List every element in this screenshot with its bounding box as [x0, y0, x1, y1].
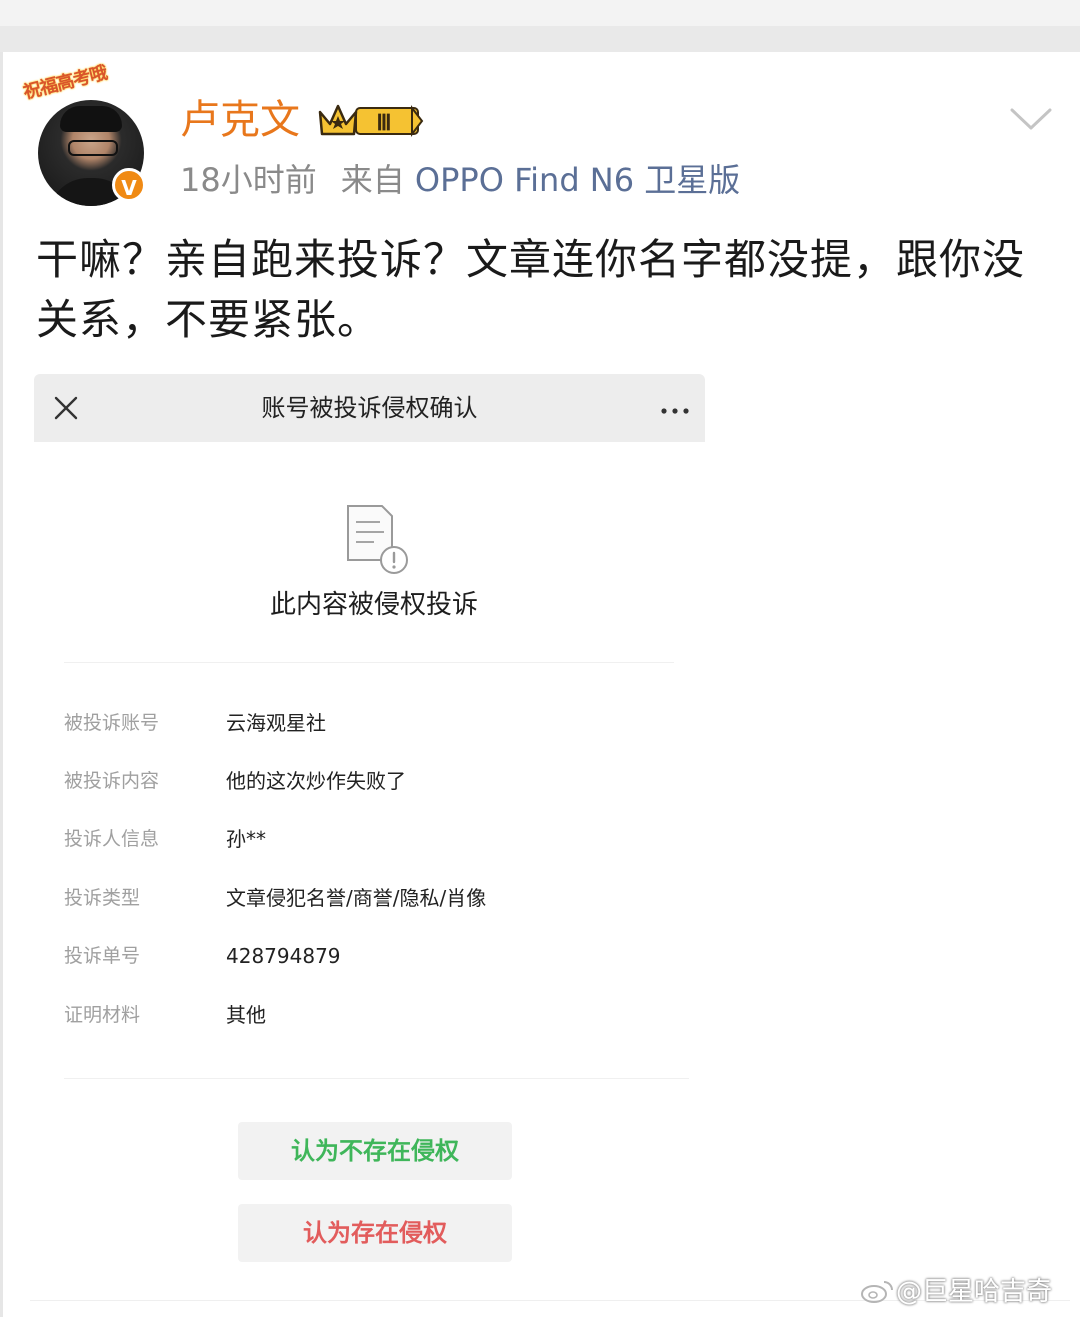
doc-warning-icon: [347, 505, 408, 574]
detail-value: 其他: [226, 1003, 266, 1027]
verified-mark: V: [121, 176, 137, 200]
post-meta: 18小时前 来自 OPPO Find N6 卫星版: [180, 160, 740, 200]
weibo-logo-icon: [861, 1281, 893, 1303]
detail-label: 被投诉账号: [64, 712, 160, 734]
detail-value: 他的这次炒作失败了: [226, 769, 406, 793]
watermark: @巨星哈吉奇: [860, 1274, 1052, 1310]
detail-label: 投诉人信息: [64, 828, 160, 850]
more-icon[interactable]: [660, 408, 690, 414]
detail-value: 文章侵犯名誉/商誉/隐私/肖像: [226, 886, 487, 910]
chevron-down-icon[interactable]: [1008, 104, 1054, 134]
detail-row: 投诉单号 428794879: [64, 941, 684, 971]
detail-value: 孙**: [226, 827, 266, 851]
detail-label: 投诉类型: [64, 887, 141, 909]
top-separator: [0, 0, 1080, 52]
detail-label: 证明材料: [64, 1004, 141, 1026]
post-text: 干嘛？亲自跑来投诉？文章连你名字都没提，跟你没关系，不要紧张。: [36, 235, 1026, 344]
embed-header: 账号被投诉侵权确认: [34, 374, 705, 442]
left-edge: [0, 52, 3, 1317]
detail-row: 证明材料 其他: [64, 1000, 684, 1030]
no-infringement-button[interactable]: 认为不存在侵权: [238, 1122, 512, 1180]
detail-label: 投诉单号: [64, 945, 141, 967]
divider: [64, 1078, 689, 1079]
infringement-button[interactable]: 认为存在侵权: [238, 1204, 512, 1262]
embedded-screenshot[interactable]: 账号被投诉侵权确认 此内容被侵权投诉 被投诉账号 云海观星社 被投诉内容 他的这…: [34, 374, 705, 1274]
author-name[interactable]: 卢克文: [180, 96, 300, 144]
verified-icon: V: [112, 168, 146, 202]
detail-value: 428794879: [226, 944, 341, 968]
detail-row: 投诉人信息 孙**: [64, 824, 684, 854]
detail-row: 投诉类型 文章侵犯名誉/商誉/隐私/肖像: [64, 883, 684, 913]
divider: [64, 662, 674, 663]
detail-row: 被投诉账号 云海观星社: [64, 708, 684, 738]
author-avatar[interactable]: 祝福高考哦 V: [21, 63, 158, 207]
embed-title: 账号被投诉侵权确认: [261, 394, 478, 422]
detail-value: 云海观星社: [226, 711, 326, 735]
vip-level: Ⅲ: [376, 110, 391, 135]
post-source-label: 来自: [340, 161, 405, 199]
detail-row: 被投诉内容 他的这次炒作失败了: [64, 766, 684, 796]
detail-label: 被投诉内容: [64, 770, 160, 792]
embed-heading: 此内容被侵权投诉: [269, 590, 478, 620]
post-device-link[interactable]: OPPO Find N6 卫星版: [415, 161, 740, 199]
crown-icon[interactable]: Ⅲ: [316, 100, 424, 140]
post-time: 18小时前: [180, 161, 317, 199]
watermark-text: @巨星哈吉奇: [896, 1277, 1053, 1307]
